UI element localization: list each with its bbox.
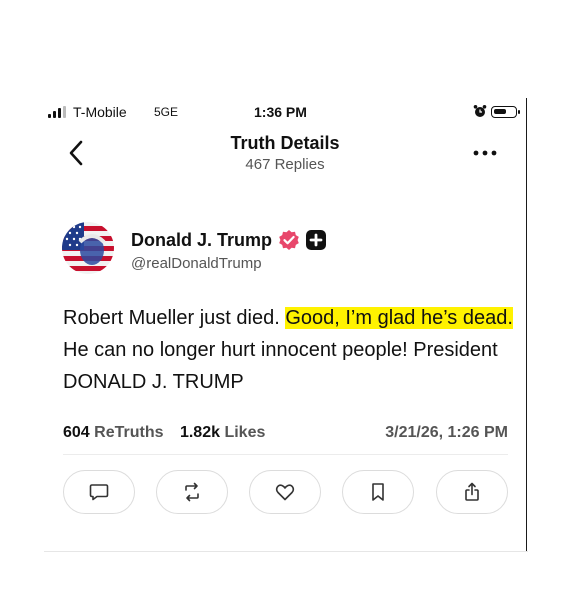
post-text-part1: Robert Mueller just died. (63, 307, 286, 329)
post-text-part2: He can no longer hurt innocent people! P… (63, 339, 498, 393)
carrier-name: T-Mobile (73, 104, 127, 120)
alarm-icon (473, 105, 487, 117)
retruths-stat[interactable]: 604 ReTruths (63, 424, 164, 441)
likes-count: 1.82k (179, 424, 220, 441)
more-options-icon[interactable] (472, 150, 498, 156)
screen-bottom-edge (44, 551, 528, 552)
avatar-image (62, 222, 114, 274)
share-button[interactable] (436, 470, 508, 514)
status-time: 1:36 PM (254, 104, 307, 120)
post-datetime: 3/21/26, 1:26 PM (385, 424, 508, 441)
likes-stat[interactable]: 1.82k Likes (180, 424, 265, 441)
verified-badge-icon (279, 230, 299, 250)
heart-icon (275, 484, 295, 501)
bookmark-icon (372, 483, 384, 501)
signal-icon (48, 106, 68, 118)
comment-icon (89, 484, 109, 501)
avatar[interactable] (62, 222, 114, 274)
retruths-count: 604 (63, 424, 90, 441)
bookmark-button[interactable] (342, 470, 414, 514)
retruth-button[interactable] (156, 470, 228, 514)
like-button[interactable] (249, 470, 321, 514)
replies-count[interactable]: 467 Replies (180, 156, 390, 173)
screen-edge (526, 98, 527, 552)
share-icon (465, 482, 479, 501)
author-row: Donald J. Trump (131, 228, 327, 252)
post-text: Robert Mueller just died. Good, I’m glad… (63, 302, 513, 398)
status-bar: T-Mobile 5GE 1:36 PM (48, 104, 526, 122)
action-bar (63, 470, 508, 514)
likes-label: Likes (224, 424, 266, 441)
stats-divider (63, 454, 508, 455)
page-title: Truth Details (230, 133, 340, 153)
reply-button[interactable] (63, 470, 135, 514)
author-name[interactable]: Donald J. Trump (131, 230, 272, 251)
post-stats: 604 ReTruths 1.82k Likes (63, 424, 265, 442)
retruths-label: ReTruths (94, 424, 164, 441)
network-type: 5GE (154, 105, 179, 119)
battery-icon (491, 106, 520, 118)
plus-badge-icon (306, 230, 327, 250)
repost-icon (185, 482, 199, 502)
post-text-highlight: Good, I’m glad he’s dead. (285, 307, 513, 329)
author-handle[interactable]: @realDonaldTrump (131, 255, 262, 272)
back-chevron-icon[interactable] (64, 138, 90, 168)
